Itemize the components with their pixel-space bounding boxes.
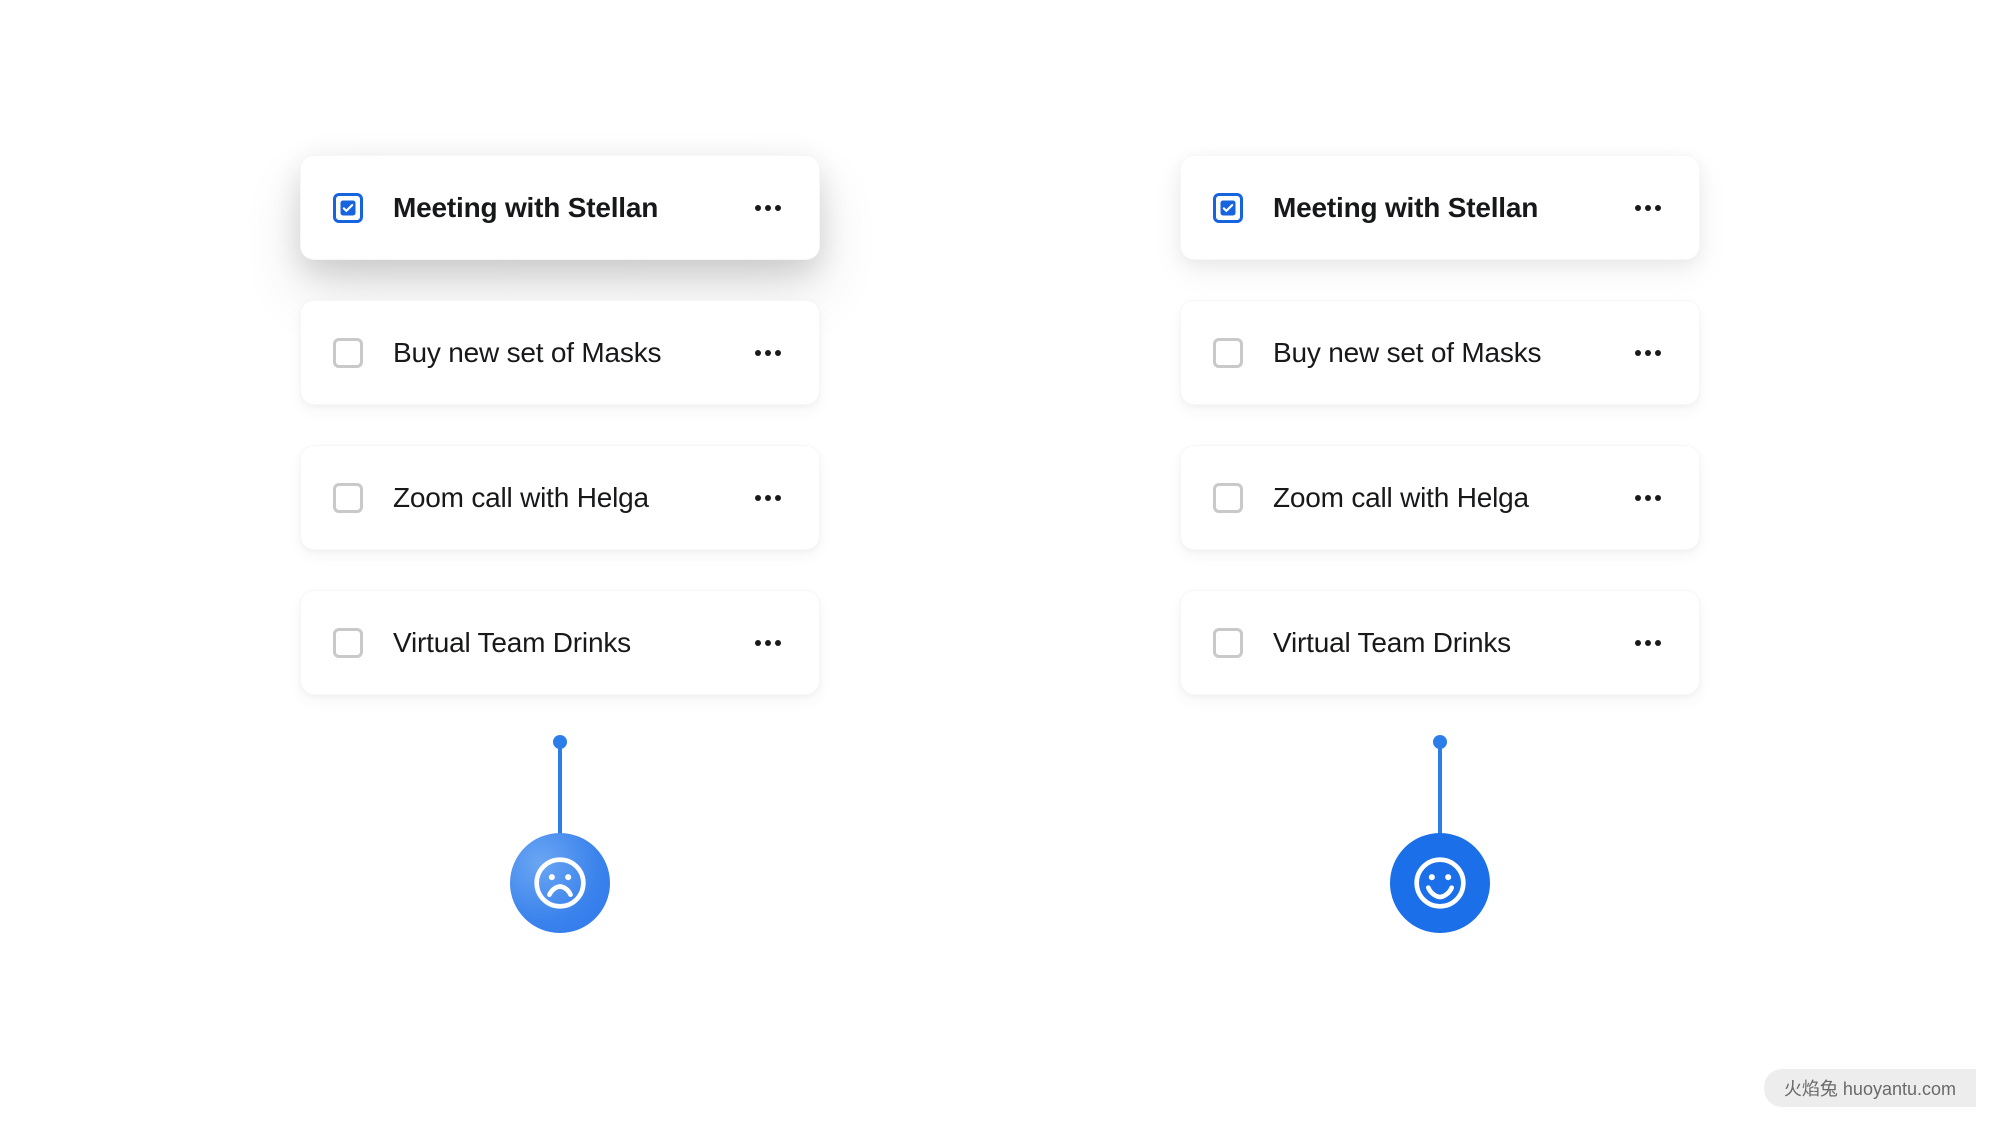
happy-face-icon xyxy=(1390,833,1490,933)
task-label: Virtual Team Drinks xyxy=(393,627,749,659)
checkbox-icon[interactable] xyxy=(1213,193,1243,223)
task-card[interactable]: Virtual Team Drinks xyxy=(300,590,820,695)
checkbox-icon[interactable] xyxy=(1213,338,1243,368)
checkbox-icon[interactable] xyxy=(1213,483,1243,513)
right-column: Meeting with Stellan Buy new set of Mask… xyxy=(1180,155,1700,933)
left-task-list: Meeting with Stellan Buy new set of Mask… xyxy=(300,155,820,695)
task-card[interactable]: Buy new set of Masks xyxy=(300,300,820,405)
more-icon[interactable] xyxy=(749,199,787,217)
task-label: Buy new set of Masks xyxy=(393,337,749,369)
task-card[interactable]: Zoom call with Helga xyxy=(300,445,820,550)
task-label: Meeting with Stellan xyxy=(393,192,749,224)
more-icon[interactable] xyxy=(1629,489,1667,507)
right-task-list: Meeting with Stellan Buy new set of Mask… xyxy=(1180,155,1700,695)
task-card[interactable]: Meeting with Stellan xyxy=(300,155,820,260)
task-label: Zoom call with Helga xyxy=(1273,482,1629,514)
more-icon[interactable] xyxy=(1629,344,1667,362)
task-label: Virtual Team Drinks xyxy=(1273,627,1629,659)
more-icon[interactable] xyxy=(749,634,787,652)
task-label: Zoom call with Helga xyxy=(393,482,749,514)
sentiment-indicator xyxy=(1390,735,1490,933)
task-label: Meeting with Stellan xyxy=(1273,192,1629,224)
more-icon[interactable] xyxy=(1629,634,1667,652)
task-card[interactable]: Buy new set of Masks xyxy=(1180,300,1700,405)
task-label: Buy new set of Masks xyxy=(1273,337,1629,369)
sentiment-indicator xyxy=(510,735,610,933)
checkbox-icon[interactable] xyxy=(333,338,363,368)
indicator-line-icon xyxy=(558,747,562,837)
checkbox-icon[interactable] xyxy=(333,193,363,223)
sad-face-icon xyxy=(510,833,610,933)
more-icon[interactable] xyxy=(1629,199,1667,217)
checkbox-icon[interactable] xyxy=(1213,628,1243,658)
task-card[interactable]: Zoom call with Helga xyxy=(1180,445,1700,550)
left-column: Meeting with Stellan Buy new set of Mask… xyxy=(300,155,820,933)
more-icon[interactable] xyxy=(749,344,787,362)
task-card[interactable]: Virtual Team Drinks xyxy=(1180,590,1700,695)
task-card[interactable]: Meeting with Stellan xyxy=(1180,155,1700,260)
watermark-label: 火焰兔 huoyantu.com xyxy=(1764,1069,1976,1107)
checkbox-icon[interactable] xyxy=(333,483,363,513)
more-icon[interactable] xyxy=(749,489,787,507)
checkbox-icon[interactable] xyxy=(333,628,363,658)
indicator-line-icon xyxy=(1438,747,1442,837)
